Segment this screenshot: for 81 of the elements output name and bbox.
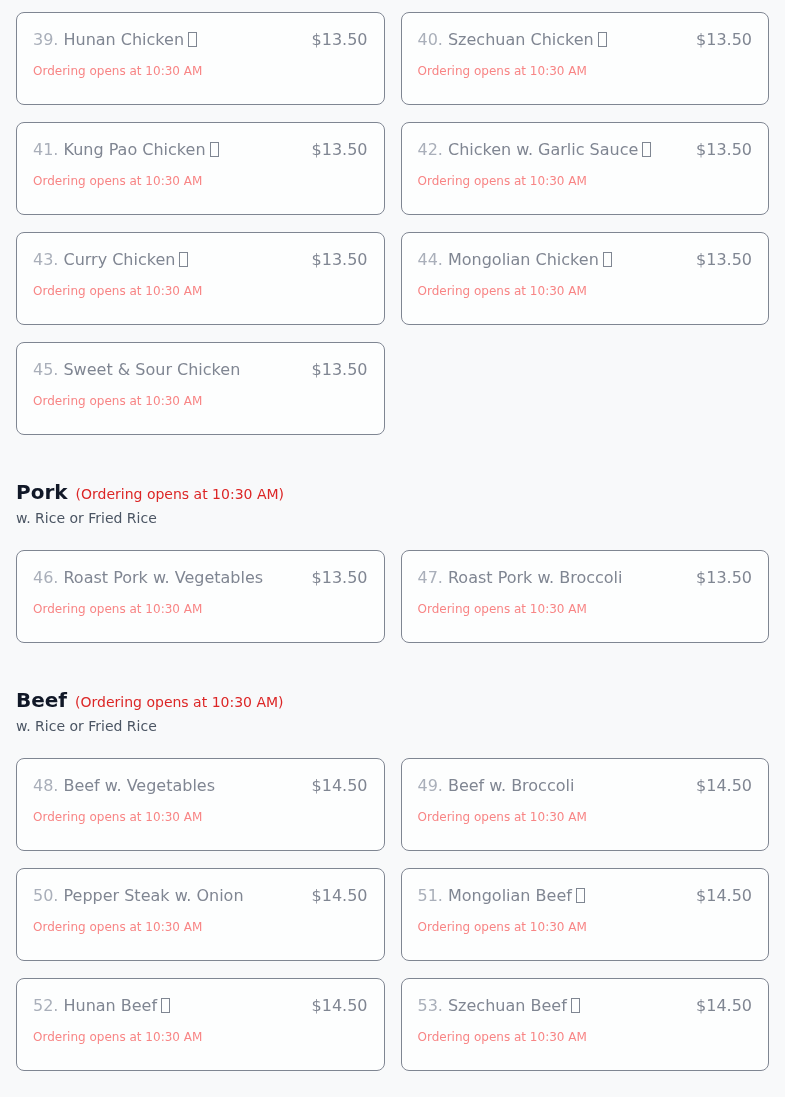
item-price: $14.50	[311, 996, 368, 1015]
item-number: 45.	[33, 360, 59, 379]
ordering-note: Ordering opens at 10:30 AM	[33, 1030, 204, 1044]
menu-item-card[interactable]: 53. Szechuan Beef $14.50 Ordering opens at 10:30 AM	[400, 978, 769, 1071]
item-name: Mongolian Chicken	[447, 250, 599, 269]
item-price: $13.50	[696, 140, 752, 159]
ordering-note: Ordering opens at 10:30 AM	[33, 394, 204, 408]
item-price: $13.50	[696, 568, 752, 587]
item-name: Sweet & Sour Chicken	[63, 360, 241, 379]
item-price: $13.50	[311, 250, 368, 269]
ordering-note: Ordering opens at 10:30 AM	[417, 810, 588, 824]
item-name: Beef w. Vegetables	[63, 776, 216, 795]
item-name: Roast Pork w. Broccoli	[447, 568, 623, 587]
ordering-note: Ordering opens at 10:30 AM	[33, 810, 204, 824]
menu-item-card[interactable]: 44. Mongolian Chicken $13.50 Ordering opens at 10:30 AM	[400, 232, 769, 325]
menu-item-card[interactable]: 50. Pepper Steak w. Onion $14.50 Ordering opens at 10:30 AM	[16, 868, 385, 961]
menu-item-card[interactable]: 49. Beef w. Broccoli $14.50 Ordering opens at 10:30 AM	[400, 758, 769, 851]
item-number: 48.	[33, 776, 59, 795]
ordering-note: Ordering opens at 10:30 AM	[33, 64, 204, 78]
ordering-note: Ordering opens at 10:30 AM	[33, 174, 204, 188]
item-number: 50.	[33, 886, 59, 905]
item-name: Curry Chicken	[63, 250, 176, 269]
item-number: 51.	[417, 886, 443, 905]
ordering-note: Ordering opens at 10:30 AM	[33, 284, 204, 298]
item-number: 52.	[33, 996, 59, 1015]
ordering-note: Ordering opens at 10:30 AM	[33, 602, 204, 616]
ordering-note: Ordering opens at 10:30 AM	[417, 920, 588, 934]
item-number: 42.	[417, 140, 443, 159]
ordering-note: Ordering opens at 10:30 AM	[33, 920, 204, 934]
ordering-note: Ordering opens at 10:30 AM	[417, 602, 588, 616]
section-subtitle: w. Rice or Fried Rice	[16, 718, 158, 734]
item-number: 43.	[33, 250, 59, 269]
item-price: $13.50	[311, 140, 368, 159]
section-title: Pork	[16, 480, 68, 504]
section-subtitle: w. Rice or Fried Rice	[16, 510, 158, 526]
item-price: $13.50	[311, 360, 368, 379]
item-price: $14.50	[696, 996, 752, 1015]
menu-item-card[interactable]: 47. Roast Pork w. Broccoli $13.50 Ordering opens at 10:30 AM	[400, 550, 769, 643]
item-price: $13.50	[696, 30, 752, 49]
ordering-note: Ordering opens at 10:30 AM	[417, 1030, 588, 1044]
item-number: 46.	[33, 568, 59, 587]
item-name: Beef w. Broccoli	[447, 776, 575, 795]
item-price: $14.50	[696, 886, 752, 905]
menu-item-card[interactable]: 43. Curry Chicken $13.50 Ordering opens at 10:30 AM	[16, 232, 385, 325]
item-number: 44.	[417, 250, 443, 269]
item-number: 40.	[417, 30, 443, 49]
menu-item-card[interactable]: 39. Hunan Chicken $13.50 Ordering opens at 10:30 AM	[16, 12, 385, 105]
item-name: Pepper Steak w. Onion	[63, 886, 244, 905]
item-price: $13.50	[696, 250, 752, 269]
item-name: Hunan Beef	[63, 996, 158, 1015]
menu-item-card[interactable]: 41. Kung Pao Chicken $13.50 Ordering opens at 10:30 AM	[16, 122, 385, 215]
item-name: Chicken w. Garlic Sauce	[447, 140, 639, 159]
menu-item-card[interactable]: 45. Sweet & Sour Chicken $13.50 Ordering opens at 10:30 AM	[16, 342, 385, 435]
menu-item-card[interactable]: 52. Hunan Beef $14.50 Ordering opens at 10:30 AM	[16, 978, 385, 1071]
item-name: Hunan Chicken	[63, 30, 185, 49]
ordering-note: Ordering opens at 10:30 AM	[417, 284, 588, 298]
ordering-status: (Ordering opens at 10:30 AM)	[75, 486, 285, 502]
menu-item-card[interactable]: 42. Chicken w. Garlic Sauce $13.50 Ordering opens at 10:30 AM	[400, 122, 769, 215]
item-number: 41.	[33, 140, 59, 159]
item-name: Roast Pork w. Vegetables	[63, 568, 264, 587]
item-name: Szechuan Beef	[447, 996, 567, 1015]
ordering-note: Ordering opens at 10:30 AM	[417, 64, 588, 78]
item-name: Mongolian Beef	[447, 886, 572, 905]
item-number: 39.	[33, 30, 59, 49]
item-price: $14.50	[311, 886, 368, 905]
item-number: 49.	[417, 776, 443, 795]
menu-item-card[interactable]: 51. Mongolian Beef $14.50 Ordering opens at 10:30 AM	[400, 868, 769, 961]
menu-item-card[interactable]: 40. Szechuan Chicken $13.50 Ordering opens at 10:30 AM	[400, 12, 769, 105]
item-number: 53.	[417, 996, 443, 1015]
section-title: Beef	[16, 688, 68, 712]
ordering-status: (Ordering opens at 10:30 AM)	[75, 694, 284, 710]
item-name: Szechuan Chicken	[447, 30, 594, 49]
menu-item-card[interactable]: 46. Roast Pork w. Vegetables $13.50 Ordering opens at 10:30 AM	[16, 550, 385, 643]
item-number: 47.	[417, 568, 443, 587]
item-price: $13.50	[311, 30, 368, 49]
item-price: $14.50	[696, 776, 752, 795]
menu-item-card[interactable]: 48. Beef w. Vegetables $14.50 Ordering opens at 10:30 AM	[16, 758, 385, 851]
item-price: $13.50	[311, 568, 368, 587]
ordering-note: Ordering opens at 10:30 AM	[417, 174, 588, 188]
item-price: $14.50	[311, 776, 368, 795]
item-name: Kung Pao Chicken	[63, 140, 206, 159]
